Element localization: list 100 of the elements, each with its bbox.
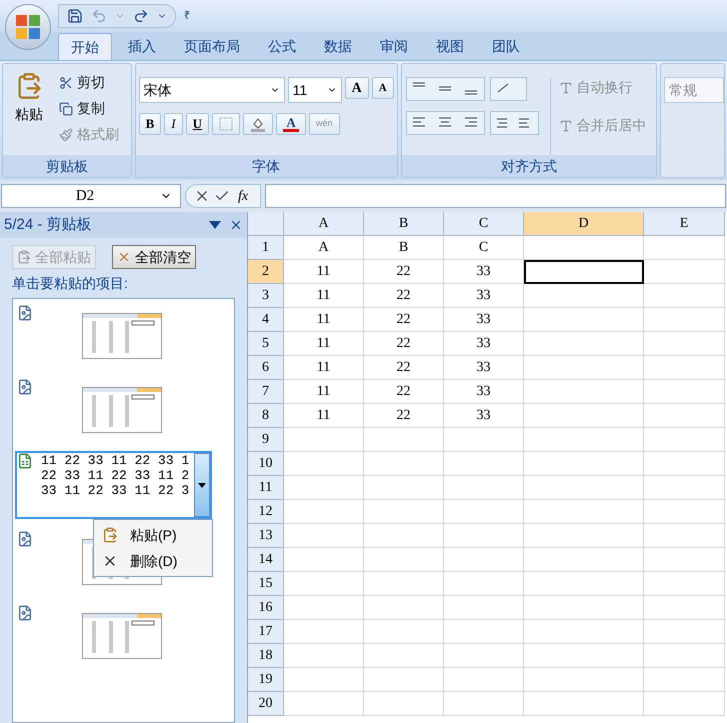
close-icon[interactable] <box>229 218 243 232</box>
row-header[interactable]: 3 <box>248 284 284 308</box>
underline-button[interactable]: U <box>186 113 210 135</box>
clear-all-button[interactable]: 全部清空 <box>112 245 196 269</box>
clipboard-command[interactable]: 剪切 <box>59 72 119 93</box>
bold-button[interactable]: B <box>138 113 162 135</box>
menu-item[interactable]: 删除(D) <box>94 548 212 574</box>
office-logo-icon <box>15 14 41 40</box>
row-header[interactable]: 14 <box>248 548 284 572</box>
fill-bucket-icon <box>250 116 266 132</box>
item-menu-button[interactable] <box>194 453 210 517</box>
ribbon-tab[interactable]: 公式 <box>256 33 308 60</box>
font-size-field[interactable]: 11 <box>288 77 342 103</box>
border-icon <box>219 117 234 131</box>
row-header[interactable]: 16 <box>248 596 284 620</box>
ribbon-tab[interactable]: 视图 <box>424 33 476 60</box>
name-box[interactable]: D2 <box>1 184 181 208</box>
italic-button[interactable]: I <box>164 113 183 135</box>
shrink-font-button[interactable]: A <box>372 77 394 99</box>
table-cell: 22 <box>364 308 444 332</box>
table-cell: 33 <box>444 308 524 332</box>
table-cell: 11 <box>284 284 364 308</box>
row-header[interactable]: 7 <box>248 380 284 404</box>
image-file-icon[interactable] <box>17 605 33 621</box>
row-header[interactable]: 15 <box>248 572 284 596</box>
ribbon-tab[interactable]: 团队 <box>480 33 532 60</box>
table-cell: 11 <box>284 404 364 428</box>
column-header[interactable]: C <box>444 212 524 236</box>
table-cell: 33 <box>444 380 524 404</box>
ribbon-tab[interactable]: 页面布局 <box>172 33 252 60</box>
column-header[interactable]: E <box>644 212 725 236</box>
table-cell: 22 <box>364 260 444 284</box>
menu-item[interactable]: 粘贴(P) <box>94 522 212 548</box>
alignment-buttons-drawing[interactable] <box>406 77 542 137</box>
clip-text-line: 33 11 22 33 11 22 3 <box>41 483 190 498</box>
image-file-icon[interactable] <box>17 531 33 547</box>
table-cell: 22 <box>364 284 444 308</box>
ribbon-tab[interactable]: 插入 <box>116 33 168 60</box>
row-header[interactable]: 13 <box>248 524 284 548</box>
row-header[interactable]: 1 <box>248 236 284 260</box>
row-header[interactable]: 11 <box>248 476 284 500</box>
row-header[interactable]: 19 <box>248 668 284 692</box>
table-cell: 11 <box>284 308 364 332</box>
clip-text-line: 11 22 33 11 22 33 1 <box>41 453 190 468</box>
active-cell[interactable] <box>524 260 644 284</box>
redo-icon[interactable] <box>133 8 149 24</box>
table-cell: C <box>444 236 524 260</box>
customize-toolbar-button[interactable]: ₹ <box>184 8 190 24</box>
save-icon[interactable] <box>67 8 83 24</box>
table-cell: 22 <box>364 380 444 404</box>
table-cell: 33 <box>444 404 524 428</box>
row-header[interactable]: 18 <box>248 644 284 668</box>
row-header[interactable]: 12 <box>248 500 284 524</box>
spreadsheet-icon[interactable] <box>17 453 33 469</box>
image-file-icon[interactable] <box>17 379 33 395</box>
fill-color-button[interactable] <box>243 113 274 135</box>
column-header[interactable]: D <box>524 212 644 236</box>
group-title: 剪贴板 <box>3 155 131 177</box>
ribbon-tab[interactable]: 开始 <box>58 33 112 60</box>
clipboard-item[interactable]: 11 22 33 11 22 33 1 22 33 11 22 33 11 2 33 11 22 33 11 22 3 <box>15 451 212 519</box>
row-header[interactable]: 9 <box>248 428 284 452</box>
scissors-icon <box>59 76 73 90</box>
table-cell: 22 <box>364 356 444 380</box>
border-button[interactable] <box>212 113 240 135</box>
group-title: 字体 <box>136 155 397 177</box>
font-color-button[interactable]: A <box>276 113 306 135</box>
ribbon-tab[interactable]: 审阅 <box>368 33 420 60</box>
paste-button[interactable]: 粘贴 <box>7 68 51 155</box>
caret-icon <box>198 482 206 488</box>
dropdown-icon[interactable] <box>209 221 221 229</box>
formula-field[interactable] <box>265 184 726 208</box>
brush-icon <box>59 128 73 142</box>
copy-icon <box>59 102 73 116</box>
grow-font-button[interactable]: A <box>344 77 369 99</box>
row-header[interactable]: 8 <box>248 404 284 428</box>
table-cell: 33 <box>444 356 524 380</box>
table-cell: 11 <box>284 356 364 380</box>
table-cell: 33 <box>444 332 524 356</box>
ribbon-tab[interactable]: 数据 <box>312 33 364 60</box>
column-header[interactable]: A <box>284 212 364 236</box>
row-header[interactable]: 2 <box>248 260 284 284</box>
row-header[interactable]: 17 <box>248 620 284 644</box>
table-cell: B <box>364 236 444 260</box>
table-cell: 22 <box>364 332 444 356</box>
row-header[interactable]: 6 <box>248 356 284 380</box>
row-header[interactable]: 10 <box>248 452 284 476</box>
table-cell: 33 <box>444 284 524 308</box>
wrap-text-icon <box>558 80 573 94</box>
row-header[interactable]: 20 <box>248 692 284 716</box>
table-cell: A <box>284 236 364 260</box>
table-cell: 22 <box>364 404 444 428</box>
merge-cells-icon <box>558 118 573 132</box>
table-cell: 11 <box>284 260 364 284</box>
row-header[interactable]: 5 <box>248 332 284 356</box>
clipboard-command[interactable]: 复制 <box>59 98 119 119</box>
image-file-icon[interactable] <box>17 305 33 321</box>
font-name-field[interactable]: 宋体 <box>138 77 285 103</box>
row-header[interactable]: 4 <box>248 308 284 332</box>
clear-icon <box>117 250 131 264</box>
column-header[interactable]: B <box>364 212 444 236</box>
